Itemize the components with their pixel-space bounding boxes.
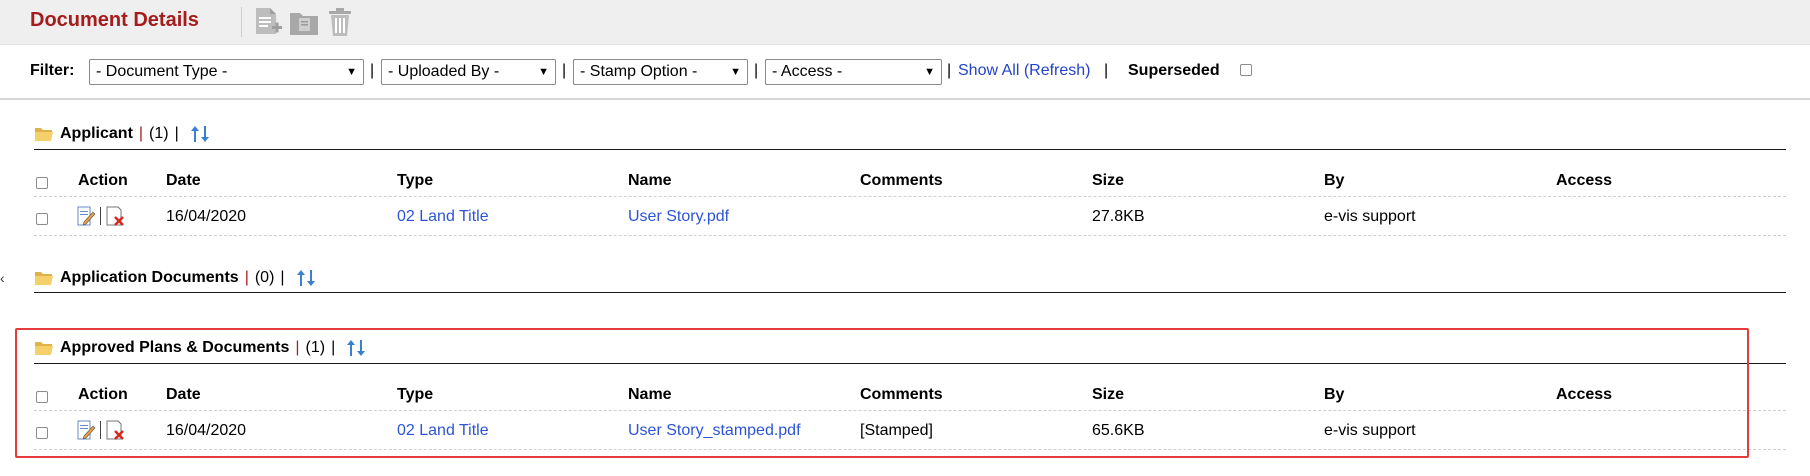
column-header-type[interactable]: Type: [397, 386, 433, 404]
section-header-approved-plans[interactable]: Approved Plans & Documents | (1) |: [34, 337, 367, 359]
row-actions: [76, 419, 125, 441]
column-header-name[interactable]: Name: [628, 172, 672, 190]
folder-open-icon: [35, 128, 53, 141]
folder-open-icon: [35, 342, 53, 355]
row-actions: [76, 205, 125, 227]
row-name-link[interactable]: User Story.pdf: [628, 208, 729, 226]
row-divider: [34, 196, 1786, 197]
row-by: e-vis support: [1324, 208, 1416, 225]
section-count: (1): [149, 125, 169, 142]
section-divider: [34, 292, 1786, 293]
dropdown-arrow-icon: ▼: [538, 66, 549, 78]
column-header-by[interactable]: By: [1324, 386, 1344, 404]
delete-document-icon[interactable]: [105, 205, 125, 227]
select-all-checkbox[interactable]: [36, 177, 48, 189]
section-divider: [34, 149, 1786, 150]
select-all-checkbox[interactable]: [36, 391, 48, 403]
folder-open-icon: [35, 272, 53, 285]
row-type-link[interactable]: 02 Land Title: [397, 208, 489, 226]
section-count: (0): [254, 269, 275, 286]
row-size: 27.8KB: [1092, 208, 1145, 225]
dropdown-arrow-icon: ▼: [924, 66, 935, 78]
column-header-by[interactable]: By: [1324, 172, 1344, 190]
sort-icon[interactable]: [295, 269, 317, 287]
column-header-access[interactable]: Access: [1556, 386, 1612, 404]
filter-label: Filter:: [30, 62, 75, 79]
show-all-refresh-link[interactable]: Show All (Refresh): [958, 62, 1091, 80]
sort-icon[interactable]: [189, 125, 211, 143]
row-divider: [34, 235, 1786, 236]
header-toolbar: [241, 5, 360, 39]
stamp-option-select[interactable]: - Stamp Option - ▼: [573, 59, 748, 85]
row-comments: [Stamped]: [860, 422, 933, 439]
superseded-checkbox[interactable]: [1240, 64, 1252, 76]
column-header-size[interactable]: Size: [1092, 386, 1124, 404]
row-type-link[interactable]: 02 Land Title: [397, 422, 489, 440]
row-checkbox[interactable]: [36, 213, 48, 225]
folder-document-icon[interactable]: [288, 6, 320, 38]
trash-icon[interactable]: [324, 6, 356, 38]
dropdown-arrow-icon: ▼: [346, 66, 357, 78]
dropdown-arrow-icon: ▼: [730, 66, 741, 78]
add-document-icon[interactable]: [252, 6, 284, 38]
collapse-handle[interactable]: ‹: [0, 270, 5, 286]
row-name-link[interactable]: User Story_stamped.pdf: [628, 422, 801, 440]
column-header-access[interactable]: Access: [1556, 172, 1612, 190]
row-divider: [34, 410, 1786, 411]
section-name: Application Documents: [60, 269, 239, 286]
action-divider: [100, 207, 101, 225]
column-header-type[interactable]: Type: [397, 172, 433, 190]
column-header-date[interactable]: Date: [166, 172, 201, 190]
edit-document-icon[interactable]: [76, 419, 96, 441]
row-date: 16/04/2020: [166, 422, 247, 439]
row-checkbox[interactable]: [36, 427, 48, 439]
access-select[interactable]: - Access - ▼: [765, 59, 942, 85]
delete-document-icon[interactable]: [105, 419, 125, 441]
superseded-label: Superseded: [1128, 62, 1220, 79]
section-name: Applicant: [60, 125, 133, 142]
section-header-applicant[interactable]: Applicant | (1) |: [34, 123, 211, 145]
section-header-application-documents[interactable]: Application Documents | (0) |: [34, 267, 317, 289]
page-header: Document Details: [0, 0, 1810, 45]
filter-bar: Filter: - Document Type - ▼ | - Uploaded …: [0, 46, 1810, 100]
document-type-select[interactable]: - Document Type - ▼: [89, 59, 364, 85]
action-divider: [100, 421, 101, 439]
toolbar-divider: [241, 7, 242, 37]
uploaded-by-select[interactable]: - Uploaded By - ▼: [381, 59, 556, 85]
page-title: Document Details: [30, 9, 199, 31]
row-date: 16/04/2020: [166, 208, 247, 225]
row-size: 65.6KB: [1092, 422, 1145, 439]
column-header-size[interactable]: Size: [1092, 172, 1124, 190]
column-header-action[interactable]: Action: [78, 172, 128, 190]
edit-document-icon[interactable]: [76, 205, 96, 227]
section-count: (1): [305, 339, 326, 356]
sort-icon[interactable]: [345, 339, 367, 357]
column-header-date[interactable]: Date: [166, 386, 201, 404]
column-header-action[interactable]: Action: [78, 386, 128, 404]
column-header-name[interactable]: Name: [628, 386, 672, 404]
section-divider: [34, 363, 1786, 364]
section-name: Approved Plans & Documents: [60, 339, 290, 356]
column-header-comments[interactable]: Comments: [860, 386, 943, 404]
row-divider: [34, 449, 1786, 450]
row-by: e-vis support: [1324, 422, 1416, 439]
column-header-comments[interactable]: Comments: [860, 172, 943, 190]
